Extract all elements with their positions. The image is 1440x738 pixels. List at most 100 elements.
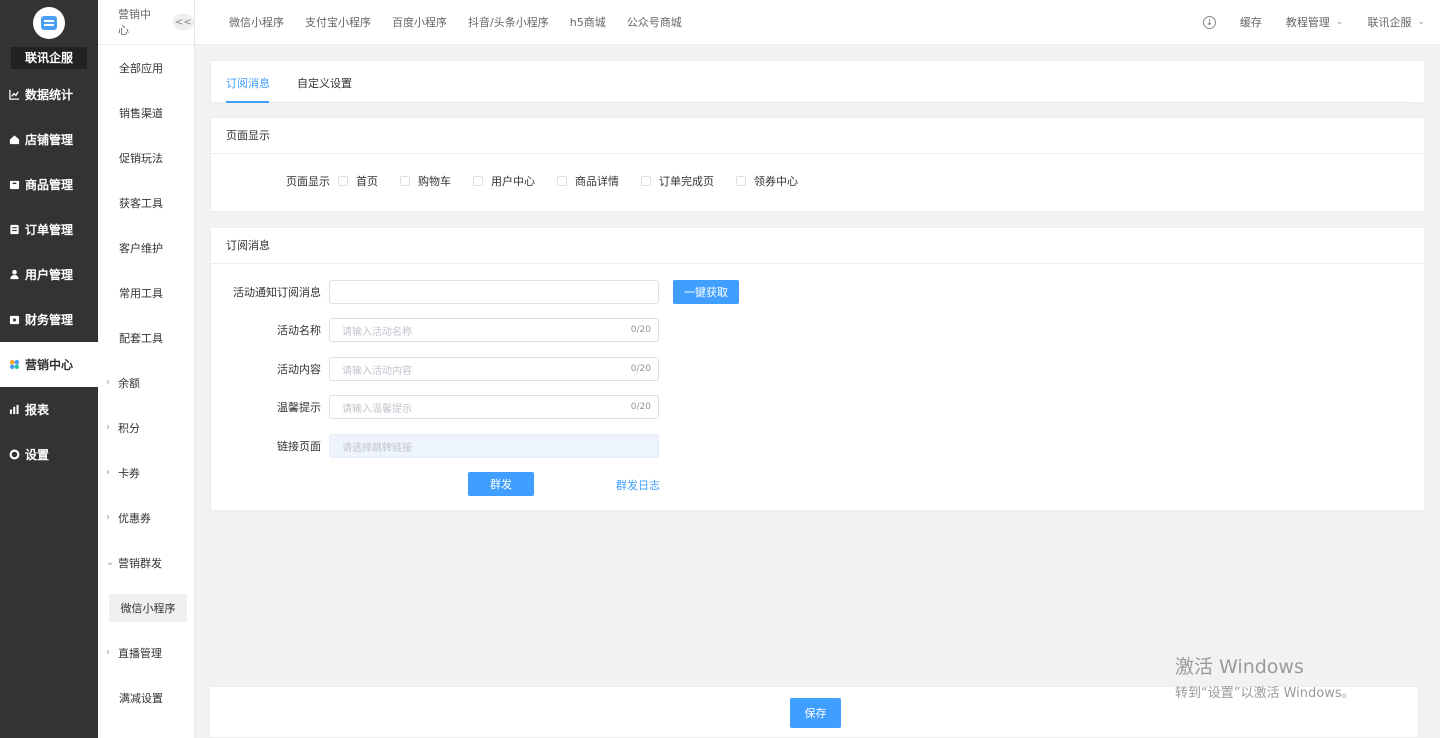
sub-sidebar: 营销中心 << 全部应用 销售渠道 促销玩法 获客工具 客户维护 常用工具 配套…: [98, 0, 195, 738]
tutorial-menu[interactable]: 教程管理 ⌄: [1286, 14, 1344, 30]
tab-custom-settings[interactable]: 自定义设置: [297, 75, 352, 91]
sidebar-item-reports[interactable]: 报表: [0, 387, 98, 432]
char-count: 0/20: [630, 325, 651, 335]
sidebar-item-finance[interactable]: 财务管理: [0, 297, 98, 342]
sidebar-item-label: 报表: [25, 403, 50, 417]
char-count: 0/20: [630, 402, 651, 412]
sidebar-item-users[interactable]: 用户管理: [0, 252, 98, 297]
download-button[interactable]: ↓: [1202, 15, 1216, 29]
sub-item-common-tools[interactable]: 常用工具: [98, 270, 194, 315]
sub-group-mass-send[interactable]: ⌄ 营销群发: [98, 540, 194, 585]
checkbox-goods-detail[interactable]: 商品详情: [557, 173, 619, 189]
sub-item-all-apps[interactable]: 全部应用: [98, 45, 194, 90]
tab-douyin-miniapp[interactable]: 抖音/头条小程序: [468, 14, 549, 30]
form-label: 活动名称: [277, 324, 321, 337]
sub-group-label: 直播管理: [118, 646, 162, 660]
content-tabs: 订阅消息 自定义设置: [210, 60, 1425, 103]
checkbox-box[interactable]: [641, 176, 651, 186]
sidebar-item-label: 营销中心: [25, 358, 74, 372]
sub-item-promotion[interactable]: 促销玩法: [98, 135, 194, 180]
input-placeholder: 请输入活动内容: [342, 365, 412, 377]
tab-alipay-miniapp[interactable]: 支付宝小程序: [305, 14, 371, 30]
sub-item-wechat-miniapp[interactable]: 微信小程序: [98, 585, 194, 630]
account-menu[interactable]: 联讯企服 ⌄: [1367, 14, 1425, 30]
cache-button[interactable]: 缓存: [1240, 14, 1262, 30]
chevron-right-icon: ›: [106, 512, 110, 523]
sub-item-acquisition[interactable]: 获客工具: [98, 180, 194, 225]
content-row: 活动内容 请输入活动内容 0/20: [211, 357, 659, 381]
sidebar-item-label: 店铺管理: [25, 133, 74, 147]
sidebar-item-label: 财务管理: [25, 313, 74, 327]
tab-baidu-miniapp[interactable]: 百度小程序: [392, 14, 447, 30]
fetch-button[interactable]: 一键获取: [673, 280, 739, 304]
sub-item-support-tools[interactable]: 配套工具: [98, 315, 194, 360]
sidebar-item-label: 商品管理: [25, 178, 74, 192]
form-label: 温馨提示: [277, 401, 321, 414]
chevron-right-icon: ›: [106, 467, 110, 478]
sub-item-customer-care[interactable]: 客户维护: [98, 225, 194, 270]
sidebar-item-store[interactable]: 店铺管理: [0, 117, 98, 162]
sub-group-live[interactable]: › 直播管理: [98, 630, 194, 675]
checkbox-label: 商品详情: [575, 175, 619, 188]
checkbox-box[interactable]: [557, 176, 567, 186]
page-display-card: 页面显示 页面显示 首页 购物车 用户中心 商品详情 订单完成页 领券中心: [210, 117, 1425, 212]
card-title: 页面显示: [211, 118, 1424, 154]
sub-item-active-label: 微信小程序: [109, 593, 187, 622]
link-page-select[interactable]: 请选择跳转链接: [329, 434, 659, 458]
checkbox-cart[interactable]: 购物车: [400, 173, 451, 189]
chevron-right-icon: ›: [106, 377, 110, 388]
tab-wechat-miniapp[interactable]: 微信小程序: [229, 14, 284, 30]
sub-group-balance[interactable]: › 余额: [98, 360, 194, 405]
sub-sidebar-header: 营销中心 <<: [98, 0, 194, 45]
sub-group-points[interactable]: › 积分: [98, 405, 194, 450]
user-icon: [9, 269, 20, 280]
sub-item-full-reduction[interactable]: 满减设置: [98, 675, 194, 720]
bar-chart-icon: [9, 404, 20, 415]
card-title: 订阅消息: [211, 228, 1424, 264]
activity-name-input[interactable]: 请输入活动名称 0/20: [329, 318, 659, 342]
logo-icon[interactable]: [33, 7, 65, 39]
sub-item-sales-channel[interactable]: 销售渠道: [98, 90, 194, 135]
notify-template-input[interactable]: [329, 280, 659, 304]
subscribe-message-card: 订阅消息 活动通知订阅消息 一键获取 活动名称 请输入活动名称 0/20 活动内…: [210, 227, 1425, 511]
box-icon: [9, 179, 20, 190]
chevron-down-icon: ⌄: [1417, 17, 1425, 27]
sidebar-item-label: 数据统计: [25, 88, 74, 102]
sidebar-item-data-stats[interactable]: 数据统计: [0, 72, 98, 117]
tab-h5-mall[interactable]: h5商城: [570, 14, 606, 30]
main-sidebar: 联讯企服 数据统计 店铺管理 商品管理 订单管理 用户管理 财务管理 营销中心 …: [0, 0, 98, 738]
form-label: 活动内容: [277, 363, 321, 376]
tab-divider: [226, 102, 1409, 103]
checkbox-coupon-center[interactable]: 领券中心: [736, 173, 798, 189]
activity-content-input[interactable]: 请输入活动内容 0/20: [329, 357, 659, 381]
checkbox-order-complete[interactable]: 订单完成页: [641, 173, 714, 189]
checkbox-home[interactable]: 首页: [338, 173, 378, 189]
sub-group-label: 优惠券: [118, 511, 151, 525]
sidebar-item-orders[interactable]: 订单管理: [0, 207, 98, 252]
tab-official-account-mall[interactable]: 公众号商城: [627, 14, 682, 30]
checkbox-box[interactable]: [338, 176, 348, 186]
brand-name: 联讯企服: [11, 47, 87, 69]
sub-group-label: 卡券: [118, 466, 140, 480]
sidebar-item-settings[interactable]: 设置: [0, 432, 98, 477]
home-icon: [9, 134, 20, 145]
sidebar-item-goods[interactable]: 商品管理: [0, 162, 98, 207]
warm-tip-input[interactable]: 请输入温馨提示 0/20: [329, 395, 659, 419]
checkbox-label: 领券中心: [754, 175, 798, 188]
checkbox-box[interactable]: [473, 176, 483, 186]
checkbox-box[interactable]: [400, 176, 410, 186]
checkbox-box[interactable]: [736, 176, 746, 186]
sub-sidebar-title: 营销中心: [118, 8, 151, 37]
sub-group-cards[interactable]: › 卡券: [98, 450, 194, 495]
save-button[interactable]: 保存: [790, 698, 841, 728]
top-bar: 微信小程序 支付宝小程序 百度小程序 抖音/头条小程序 h5商城 公众号商城 ↓…: [195, 0, 1440, 45]
collapse-button[interactable]: <<: [172, 14, 194, 30]
mass-send-button[interactable]: 群发: [468, 472, 534, 496]
order-icon: [9, 224, 20, 235]
mass-send-log-link[interactable]: 群发日志: [616, 477, 660, 493]
tab-subscribe-message[interactable]: 订阅消息: [226, 75, 270, 91]
sub-group-coupons[interactable]: › 优惠券: [98, 495, 194, 540]
sidebar-item-marketing[interactable]: 营销中心: [0, 342, 98, 387]
chevron-down-icon: ⌄: [1335, 17, 1344, 27]
checkbox-user-center[interactable]: 用户中心: [473, 173, 535, 189]
